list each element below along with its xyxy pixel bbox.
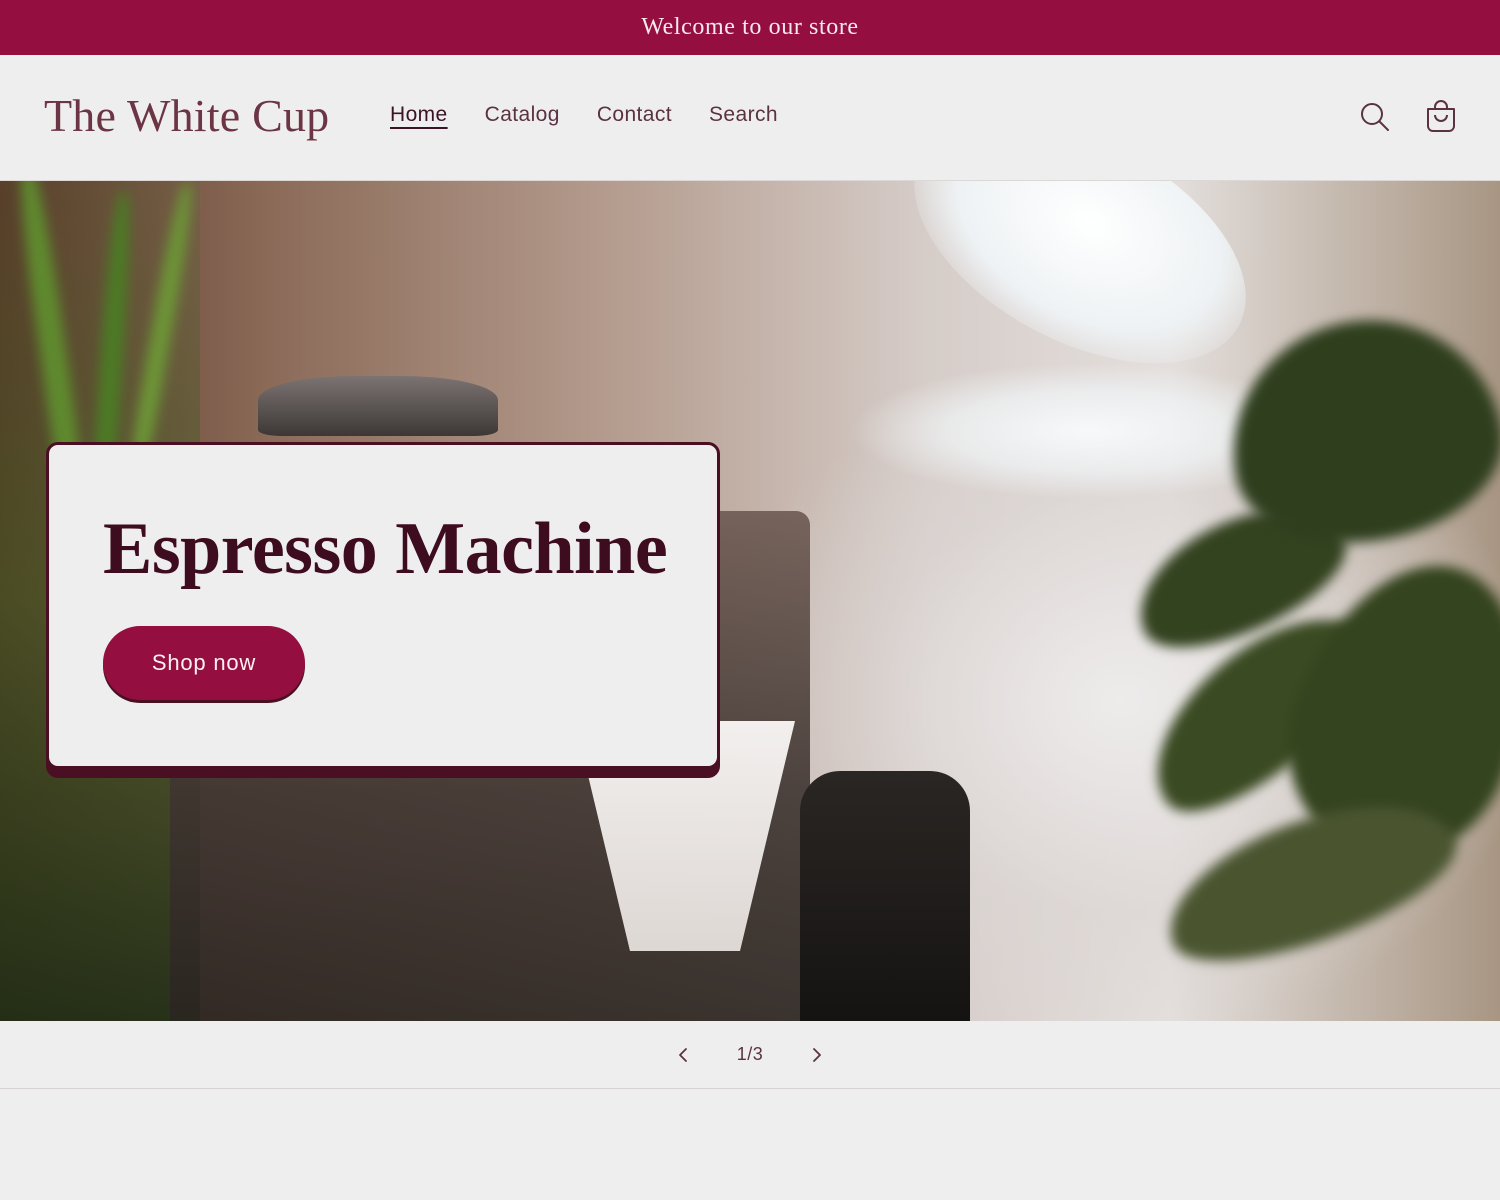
announcement-bar: Welcome to our store (0, 0, 1500, 55)
nav-search[interactable]: Search (709, 103, 778, 127)
slideshow-controls: 1/3 (0, 1021, 1500, 1089)
nav-home[interactable]: Home (390, 103, 448, 127)
next-slide-button[interactable] (805, 1043, 829, 1067)
cart-button[interactable] (1423, 99, 1459, 135)
nav-contact[interactable]: Contact (597, 103, 672, 127)
previous-slide-button[interactable] (671, 1043, 695, 1067)
main-nav: Home Catalog Contact Search (390, 103, 815, 127)
store-logo[interactable]: The White Cup (44, 89, 329, 142)
hero-title: Espresso Machine (103, 508, 668, 590)
shop-now-button[interactable]: Shop now (103, 626, 305, 700)
announcement-text: Welcome to our store (641, 14, 859, 40)
search-icon (1361, 103, 1389, 131)
site-header: The White Cup Home Catalog Contact Searc… (0, 55, 1500, 181)
slide-counter: 1/3 (736, 1044, 764, 1064)
nav-catalog[interactable]: Catalog (485, 103, 560, 127)
chevron-left-icon (678, 1047, 687, 1062)
cart-icon (1427, 100, 1455, 132)
search-button[interactable] (1357, 99, 1393, 135)
chevron-right-icon (813, 1047, 822, 1062)
hero-content-card: Espresso Machine Shop now (46, 442, 720, 769)
